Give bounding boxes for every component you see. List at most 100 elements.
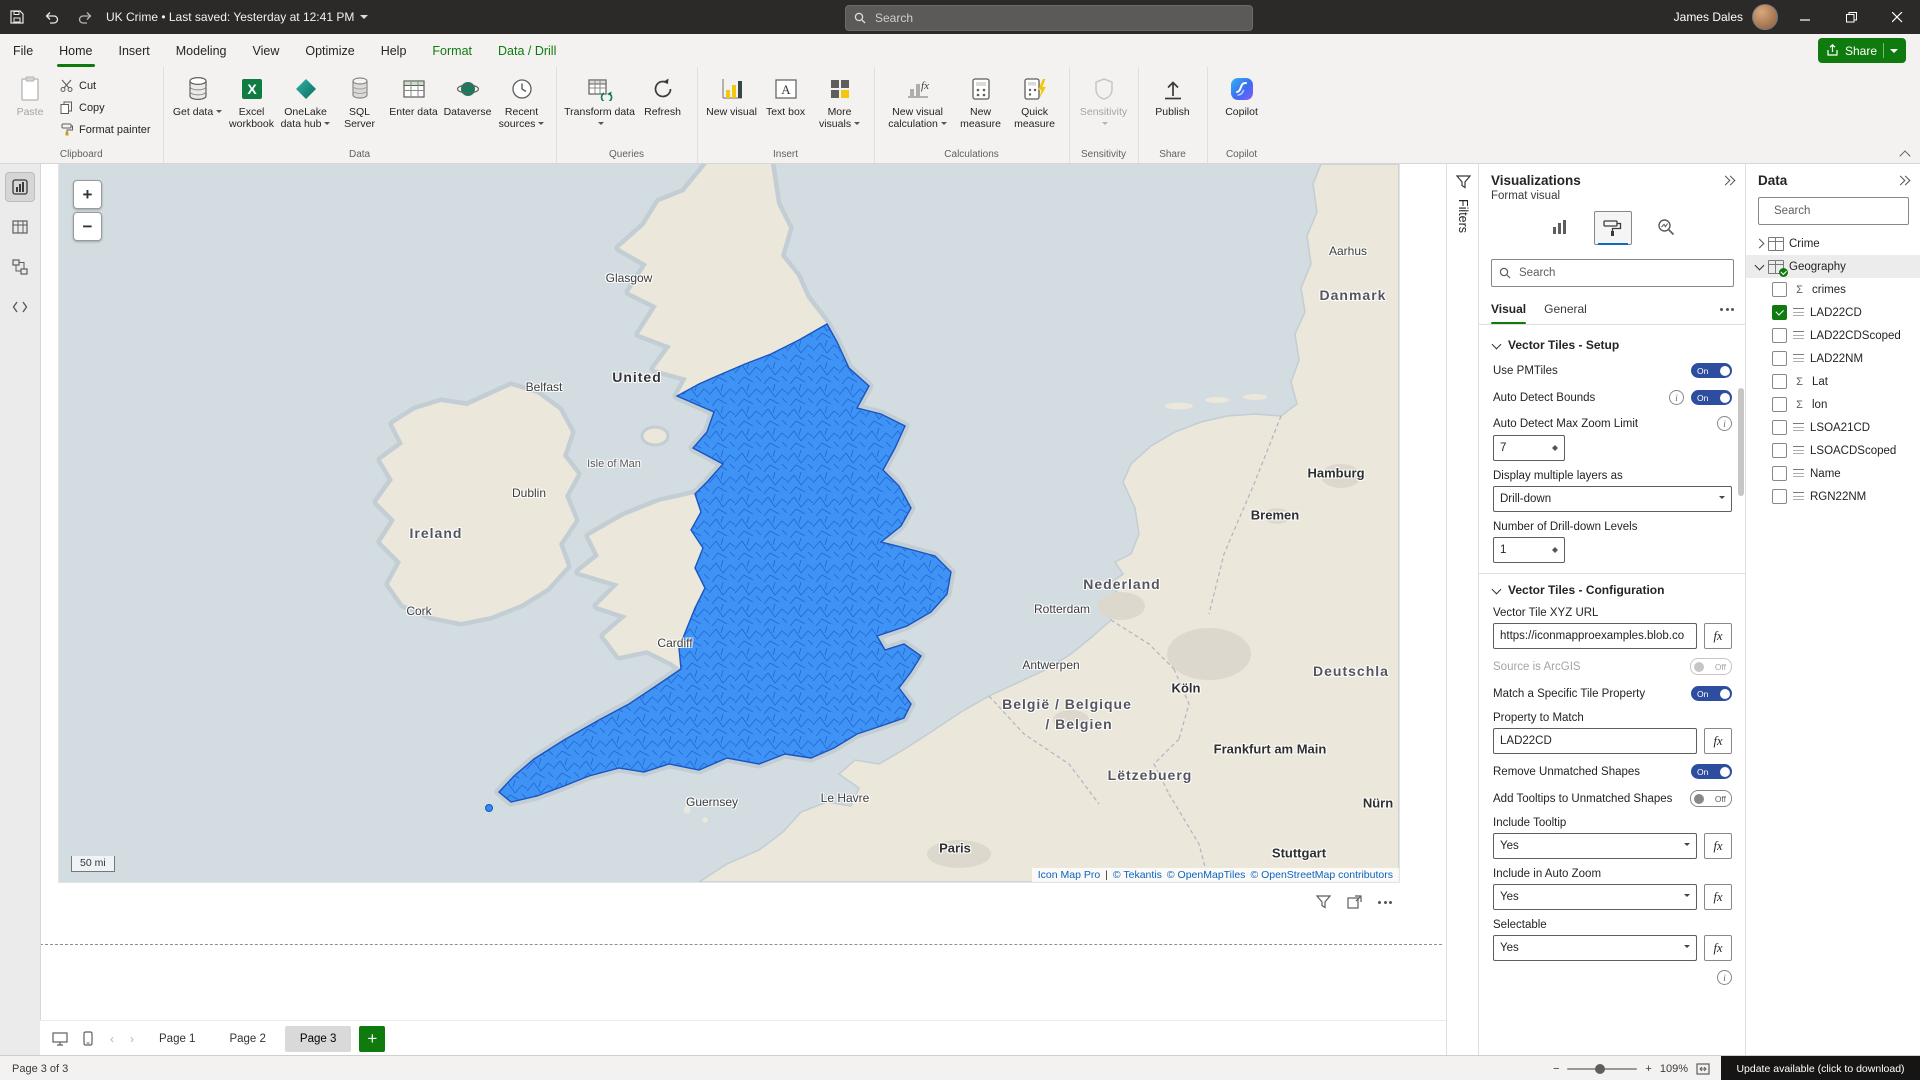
tab-format[interactable]: Format xyxy=(419,34,485,67)
document-title[interactable]: UK Crime • Last saved: Yesterday at 12:4… xyxy=(106,10,368,24)
zoom-in-button[interactable]: + xyxy=(1645,1063,1651,1075)
match-tile-property-toggle[interactable]: On xyxy=(1691,686,1732,701)
drill-levels-input[interactable]: 1 xyxy=(1493,537,1565,563)
copilot-button[interactable]: Copilot xyxy=(1215,72,1269,118)
tab-home[interactable]: Home xyxy=(46,34,105,67)
icon-map-visual[interactable]: Glasgow Belfast United Isle of Man Dubli… xyxy=(58,163,1400,883)
undo-icon[interactable] xyxy=(34,0,68,34)
include-auto-zoom-dropdown[interactable]: Yes xyxy=(1493,884,1697,910)
tab-modeling[interactable]: Modeling xyxy=(163,34,240,67)
transform-data-button[interactable]: Transform data xyxy=(564,72,636,130)
dataverse-button[interactable]: Dataverse xyxy=(441,72,495,118)
selectable-dropdown[interactable]: Yes xyxy=(1493,935,1697,961)
field-row[interactable]: Σ Lat xyxy=(1746,370,1920,393)
tab-optimize[interactable]: Optimize xyxy=(292,34,367,67)
field-row[interactable]: LSOA21CD xyxy=(1746,416,1920,439)
field-checkbox[interactable] xyxy=(1772,420,1787,435)
close-button[interactable] xyxy=(1874,0,1920,34)
share-button[interactable]: Share xyxy=(1818,38,1906,63)
format-search[interactable] xyxy=(1491,259,1734,287)
tab-visual[interactable]: Visual xyxy=(1491,294,1526,324)
scrollbar-thumb[interactable] xyxy=(1738,388,1744,496)
page-tab-2[interactable]: Page 2 xyxy=(214,1026,280,1052)
field-row[interactable]: LAD22CDScoped xyxy=(1746,324,1920,347)
publish-button[interactable]: Publish xyxy=(1146,72,1200,118)
text-box-button[interactable]: A Text box xyxy=(759,72,813,118)
filters-pane-collapsed[interactable]: Filters xyxy=(1446,163,1479,1055)
minimize-button[interactable] xyxy=(1782,0,1828,34)
field-row[interactable]: Name xyxy=(1746,462,1920,485)
field-row[interactable]: LAD22NM xyxy=(1746,347,1920,370)
zoom-level[interactable]: 109% xyxy=(1660,1063,1688,1075)
desktop-layout-icon[interactable] xyxy=(48,1027,72,1051)
sql-server-button[interactable]: SQL Server xyxy=(333,72,387,130)
collapse-ribbon-button[interactable] xyxy=(1898,149,1912,159)
excel-workbook-button[interactable]: X Excel workbook xyxy=(225,72,279,130)
field-row[interactable]: Σ lon xyxy=(1746,393,1920,416)
global-search[interactable] xyxy=(845,5,1253,31)
format-search-input[interactable] xyxy=(1517,266,1726,280)
model-view-button[interactable] xyxy=(6,253,34,281)
include-tooltip-dropdown[interactable]: Yes xyxy=(1493,833,1697,859)
field-checkbox[interactable] xyxy=(1772,397,1787,412)
info-icon[interactable]: i xyxy=(1669,390,1684,405)
fx-conditional-formatting-button[interactable]: fx xyxy=(1704,623,1732,649)
attribution-link[interactable]: © OpenMapTiles xyxy=(1167,869,1246,881)
avatar[interactable] xyxy=(1752,4,1778,30)
more-visuals-button[interactable]: More visuals xyxy=(813,72,867,130)
stepper[interactable] xyxy=(1552,442,1558,454)
focus-mode-icon[interactable] xyxy=(1347,895,1362,909)
copy-button[interactable]: Copy xyxy=(55,98,156,117)
field-checkbox[interactable] xyxy=(1772,443,1787,458)
section-vector-tiles-configuration[interactable]: Vector Tiles - Configuration xyxy=(1493,574,1732,602)
next-page-icon[interactable]: › xyxy=(124,1032,140,1046)
zoom-in-button[interactable]: + xyxy=(73,180,102,209)
analytics-icon[interactable] xyxy=(1648,211,1684,243)
format-visual-icon[interactable] xyxy=(1594,211,1632,245)
tab-insert[interactable]: Insert xyxy=(106,34,163,67)
get-data-button[interactable]: Get data xyxy=(171,72,225,118)
data-search-input[interactable] xyxy=(1772,204,1920,218)
field-checkbox[interactable] xyxy=(1772,305,1787,320)
zoom-out-button[interactable]: − xyxy=(1553,1063,1559,1075)
paste-button[interactable]: Paste xyxy=(7,72,53,118)
save-icon[interactable] xyxy=(0,0,34,34)
user-name[interactable]: James Dales xyxy=(1674,10,1743,24)
field-checkbox[interactable] xyxy=(1772,466,1787,481)
tab-file[interactable]: File xyxy=(0,34,46,67)
page-tab-3[interactable]: Page 3 xyxy=(285,1026,351,1052)
zoom-slider-thumb[interactable] xyxy=(1595,1064,1605,1074)
table-view-button[interactable] xyxy=(6,213,34,241)
remove-unmatched-toggle[interactable]: On xyxy=(1691,764,1732,779)
refresh-button[interactable]: Refresh xyxy=(636,72,690,118)
auto-detect-bounds-toggle[interactable]: On xyxy=(1691,390,1732,405)
field-checkbox[interactable] xyxy=(1772,282,1787,297)
xyz-url-input[interactable]: https://iconmapproexamples.blob.co xyxy=(1493,623,1697,649)
more-options-icon[interactable] xyxy=(1720,308,1734,311)
field-row[interactable]: Σ crimes xyxy=(1746,278,1920,301)
collapse-pane-icon[interactable] xyxy=(1722,177,1734,184)
global-search-input[interactable] xyxy=(873,10,1244,26)
enter-data-button[interactable]: Enter data xyxy=(387,72,441,118)
info-icon[interactable]: i xyxy=(1717,416,1732,431)
fit-to-page-icon[interactable] xyxy=(1696,1063,1710,1075)
redo-icon[interactable] xyxy=(68,0,102,34)
attribution-link[interactable]: Icon Map Pro xyxy=(1038,869,1100,881)
zoom-slider[interactable] xyxy=(1567,1068,1637,1070)
field-checkbox[interactable] xyxy=(1772,489,1787,504)
tooltips-unmatched-toggle[interactable]: Off xyxy=(1690,790,1732,807)
format-painter-button[interactable]: Format painter xyxy=(55,120,156,139)
tab-help[interactable]: Help xyxy=(368,34,420,67)
build-visual-icon[interactable] xyxy=(1542,211,1578,243)
table-crime[interactable]: Crime xyxy=(1746,232,1920,255)
report-view-button[interactable] xyxy=(6,173,34,201)
collapse-pane-icon[interactable] xyxy=(1897,177,1909,184)
field-row[interactable]: RGN22NM xyxy=(1746,485,1920,508)
display-layers-dropdown[interactable]: Drill-down xyxy=(1493,486,1732,512)
recent-sources-button[interactable]: Recent sources xyxy=(495,72,549,130)
fx-conditional-formatting-button[interactable]: fx xyxy=(1704,728,1732,754)
info-icon[interactable]: i xyxy=(1717,970,1732,985)
tab-view[interactable]: View xyxy=(240,34,293,67)
new-measure-button[interactable]: New measure xyxy=(954,72,1008,130)
field-row[interactable]: LAD22CD xyxy=(1746,301,1920,324)
